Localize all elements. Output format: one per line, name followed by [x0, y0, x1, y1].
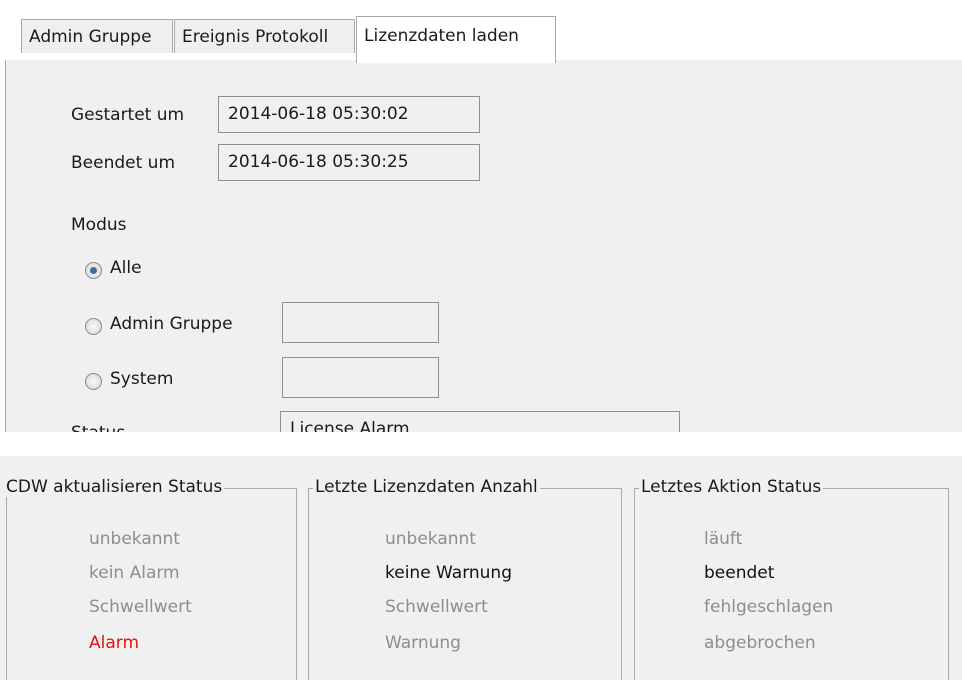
group-last-license-count-title: Letzte Lizenzdaten Anzahl [313, 477, 540, 497]
group-action-item-failed: fehlgeschlagen [704, 597, 834, 617]
started-field: 2014-06-18 05:30:02 [218, 96, 480, 133]
mode-label: Modus [71, 215, 127, 235]
mode-radio-system-label[interactable]: System [110, 369, 173, 389]
system-input[interactable] [282, 357, 439, 398]
tab-lizenzdaten-laden[interactable]: Lizenzdaten laden [356, 16, 556, 63]
section-separator [0, 432, 962, 456]
group-cdw-update-status-title: CDW aktualisieren Status [4, 477, 225, 497]
group-cdw-item-unknown: unbekannt [89, 529, 180, 549]
group-cdw-item-threshold: Schwellwert [89, 597, 192, 617]
ended-label: Beendet um [71, 153, 176, 173]
tab-bar: Admin Gruppe Ereignis Protokoll Lizenzda… [0, 0, 962, 63]
group-cdw-item-no-alarm: kein Alarm [89, 563, 180, 583]
mode-radio-system[interactable] [85, 373, 102, 390]
mode-radio-admin-group[interactable] [85, 318, 102, 335]
group-action-item-aborted: abgebrochen [704, 633, 816, 653]
admin-group-input[interactable] [282, 302, 439, 343]
group-last-action-status: Letztes Aktion Status läuft beendet fehl… [634, 477, 949, 680]
tab-admin-gruppe[interactable]: Admin Gruppe [21, 19, 173, 53]
tab-ereignis-protokoll[interactable]: Ereignis Protokoll [174, 19, 355, 53]
group-cdw-update-status: CDW aktualisieren Status unbekannt kein … [4, 477, 297, 680]
mode-radio-all[interactable] [85, 262, 102, 279]
group-last-license-count: Letzte Lizenzdaten Anzahl unbekannt kein… [308, 477, 622, 680]
mode-radio-admin-group-label[interactable]: Admin Gruppe [110, 314, 233, 334]
mode-radio-all-label[interactable]: Alle [110, 258, 142, 278]
started-label: Gestartet um [71, 105, 185, 125]
group-action-item-running: läuft [704, 529, 743, 549]
ended-field: 2014-06-18 05:30:25 [218, 144, 480, 181]
group-license-item-warning: Warnung [385, 633, 461, 653]
group-license-item-no-warning: keine Warnung [385, 563, 513, 583]
group-last-action-status-title: Letztes Aktion Status [639, 477, 824, 497]
group-action-item-finished: beendet [704, 563, 775, 583]
group-license-item-threshold: Schwellwert [385, 597, 488, 617]
group-cdw-item-alarm: Alarm [89, 633, 140, 653]
group-license-item-unknown: unbekannt [385, 529, 476, 549]
